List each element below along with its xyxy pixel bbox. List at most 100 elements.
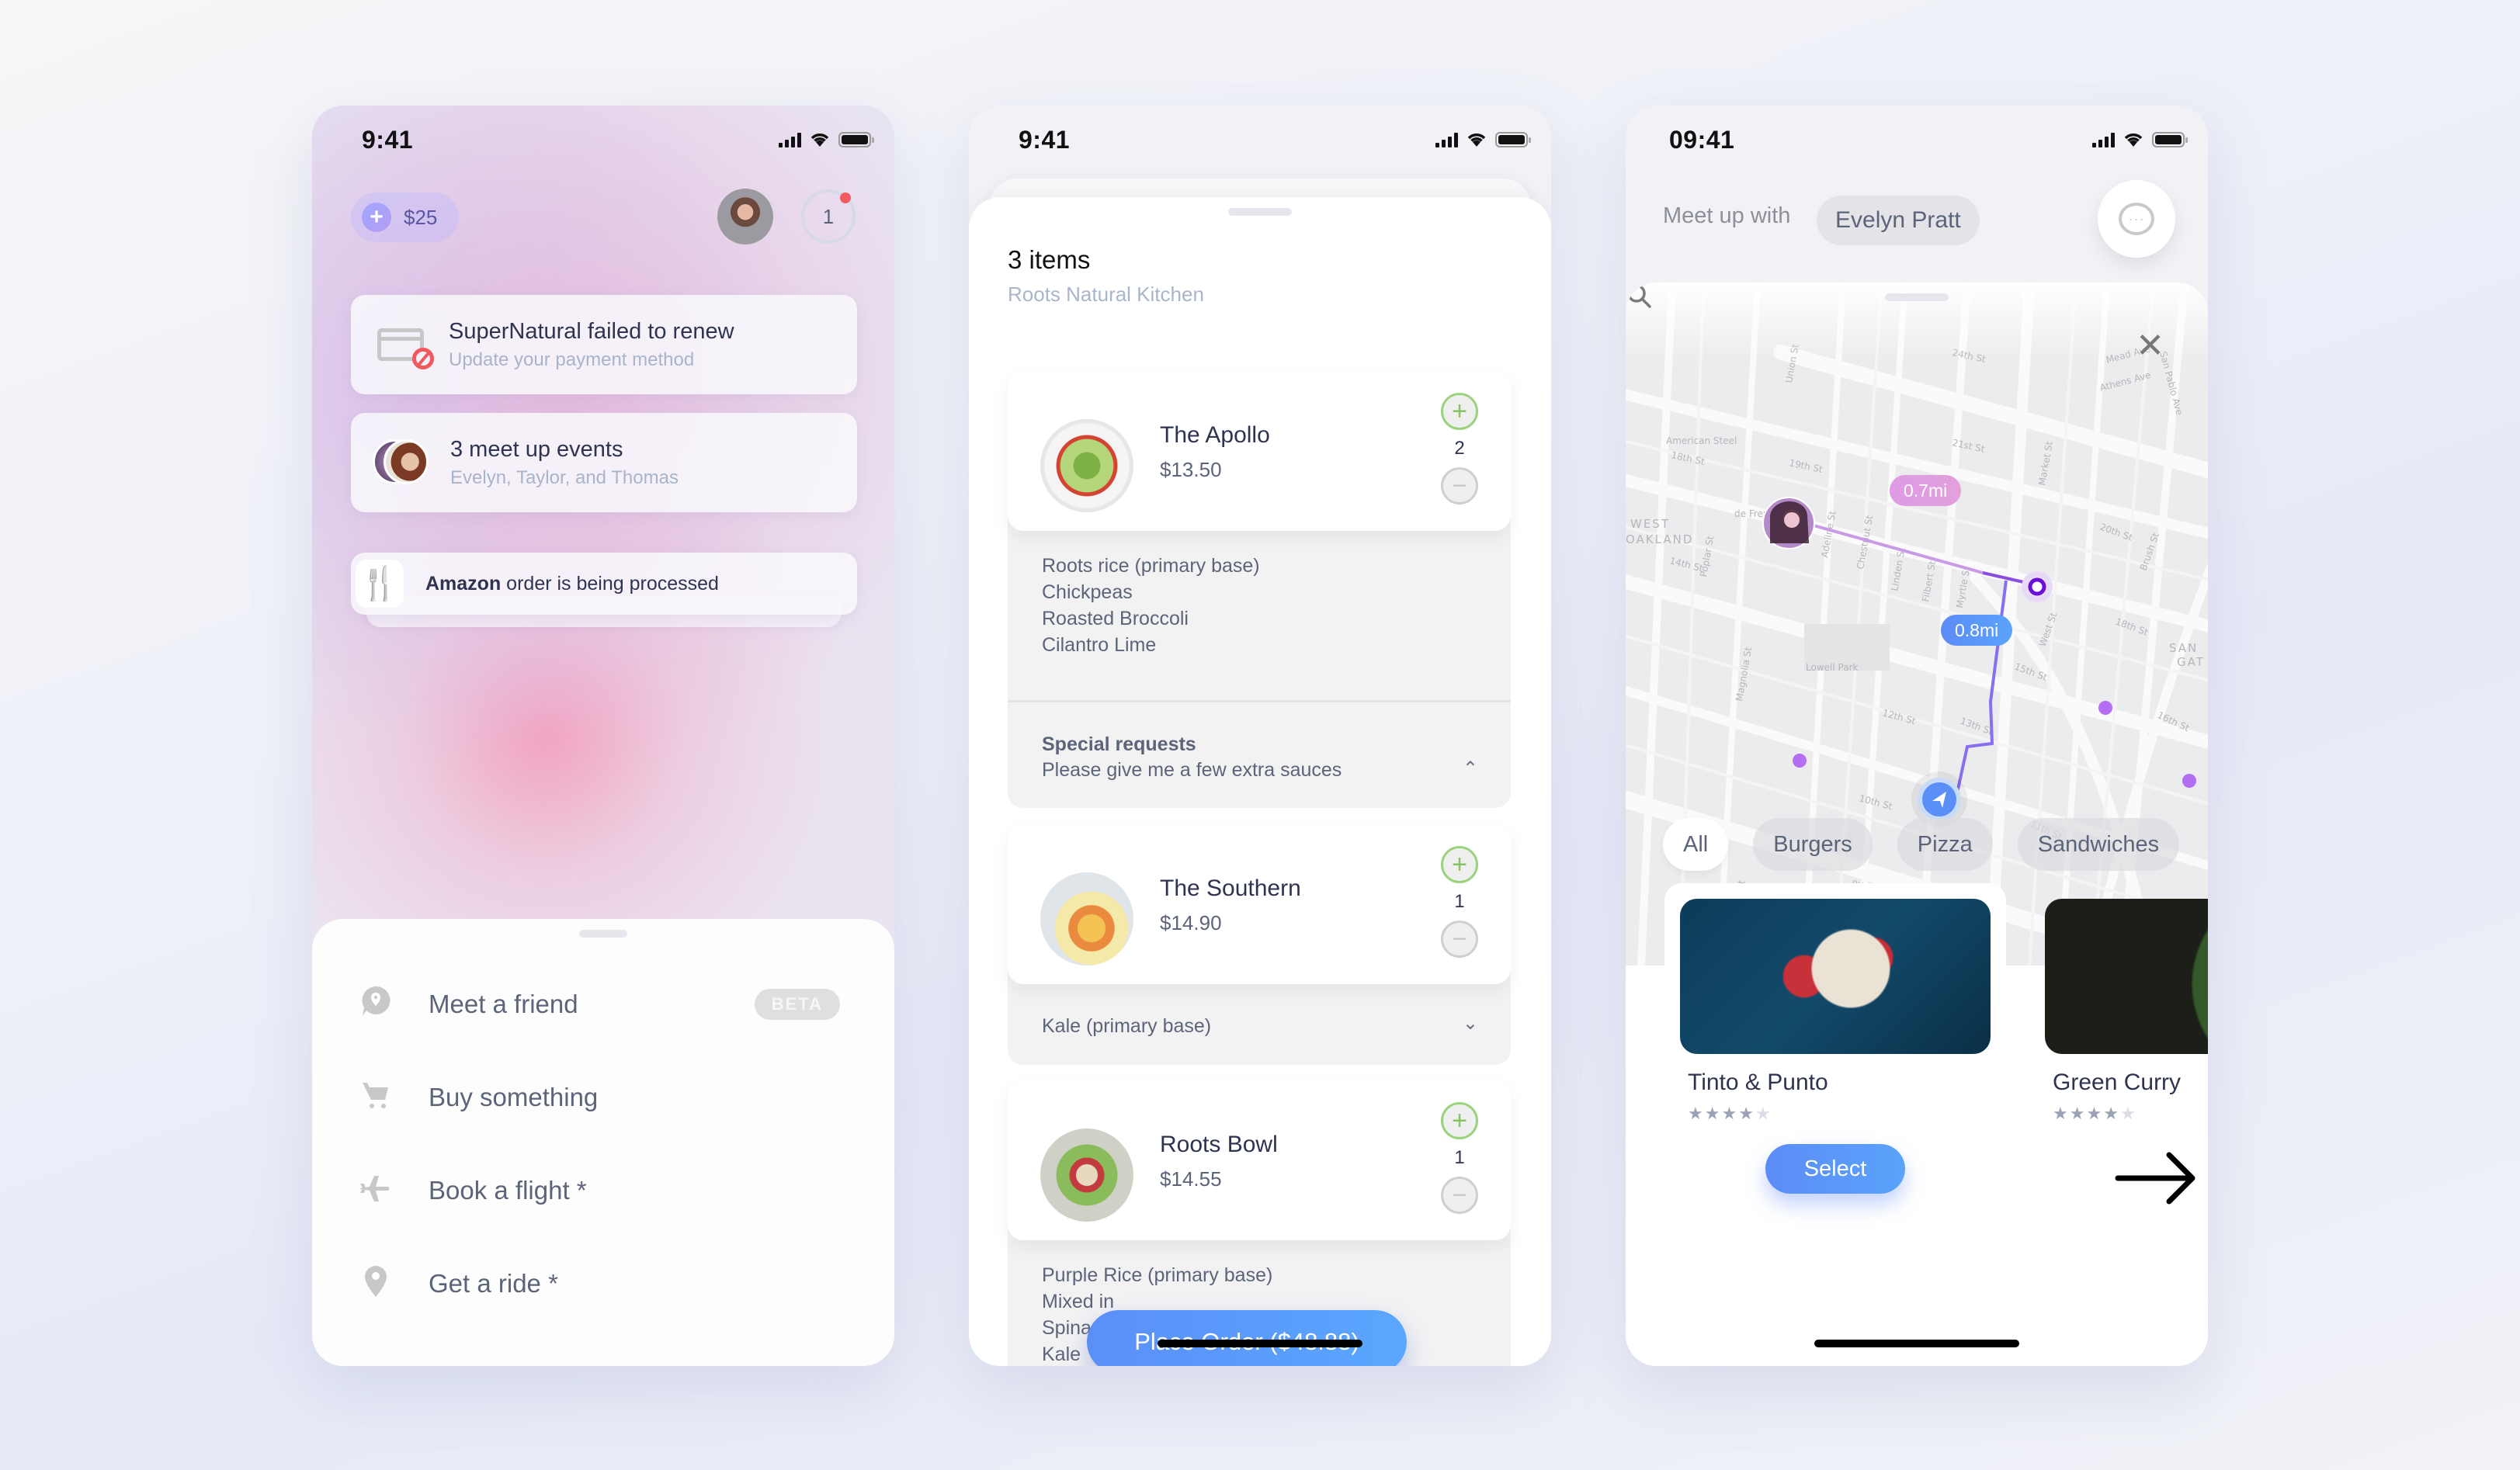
- chat-bubble-icon: ···: [2119, 203, 2154, 235]
- cart-item: The Apollo $13.50 + 2 − Roots rice (prim…: [1008, 371, 1511, 808]
- select-button[interactable]: Select: [1765, 1144, 1905, 1194]
- notification-title: order is being processed: [501, 572, 719, 595]
- meetup-screen: 09:41 Meet up with Evelyn Pratt ··· Amer…: [1626, 106, 2208, 1366]
- place-order-button[interactable]: Place Order ($48.88): [1087, 1310, 1407, 1366]
- increase-button[interactable]: +: [1441, 846, 1478, 883]
- menu-item-label: Get a ride *: [429, 1269, 558, 1298]
- menu-item-get-ride[interactable]: Get a ride *: [359, 1260, 848, 1307]
- distance-badge-me: 0.8mi: [1941, 615, 2013, 646]
- notification-card[interactable]: SuperNatural failed to renew Update your…: [351, 295, 857, 394]
- cart-sheet: 3 items Roots Natural Kitchen The Apollo…: [969, 197, 1551, 1366]
- poi-dot[interactable]: [2182, 774, 2196, 788]
- item-summary-row[interactable]: Kale (primary base) ⌄: [1008, 984, 1511, 1065]
- star-icon: ★: [1704, 1104, 1720, 1123]
- star-icon: ★: [2119, 1104, 2136, 1123]
- map-label: Myrtle St: [1954, 566, 1972, 609]
- plus-icon: +: [362, 203, 391, 232]
- map-district: GAT: [2177, 655, 2205, 669]
- map-label: Market St: [2036, 440, 2055, 486]
- location-chat-icon: [359, 985, 393, 1024]
- dish-image: [1040, 872, 1133, 966]
- increase-button[interactable]: +: [1441, 1102, 1478, 1139]
- wifi-icon: [2124, 133, 2143, 147]
- notification-title: SuperNatural failed to renew: [449, 318, 734, 344]
- cart-item: The Southern $14.90 + 1 − Kale (primary …: [1008, 824, 1511, 1065]
- menu-item-label: Book a flight *: [429, 1176, 587, 1205]
- item-name: Roots Bowl: [1160, 1132, 1278, 1157]
- restaurant-card[interactable]: Tinto & Punto ★ ★ ★ ★ ★ Select: [1664, 883, 2006, 1194]
- special-requests[interactable]: Special requests Please give me a few ex…: [1008, 702, 1511, 808]
- meeting-point[interactable]: [2028, 577, 2046, 596]
- friend-chip[interactable]: Evelyn Pratt: [1817, 196, 1980, 245]
- ingredients-list: Roots rice (primary base) Chickpeas Roas…: [1008, 531, 1511, 678]
- status-time: 09:41: [1669, 126, 1735, 154]
- sheet-handle[interactable]: [1885, 293, 1949, 301]
- map-label: Lowell Park: [1806, 662, 1858, 673]
- increase-button[interactable]: +: [1441, 393, 1478, 430]
- category-chip-sandwiches[interactable]: Sandwiches: [2017, 818, 2180, 871]
- chevron-down-icon[interactable]: ⌄: [1463, 1012, 1478, 1035]
- map-sheet: American Steel 18th St 19th St 21st St 2…: [1626, 283, 2208, 1366]
- search-icon[interactable]: [1626, 283, 1652, 309]
- wifi-icon: [1467, 133, 1486, 147]
- notification-title: 3 meet up events: [450, 436, 623, 462]
- balance-button[interactable]: + $25: [351, 192, 460, 242]
- ingredient: Roots rice (primary base): [1042, 555, 1260, 577]
- ingredient: Chickpeas: [1042, 581, 1133, 603]
- star-icon: ★: [1721, 1104, 1737, 1123]
- menu-item-meet-friend[interactable]: Meet a friend BETA: [359, 981, 848, 1028]
- sheet-handle[interactable]: [1228, 208, 1292, 216]
- user-avatar[interactable]: [717, 189, 773, 244]
- map-label: Filbert St: [1920, 560, 1938, 602]
- home-indicator[interactable]: [1158, 1340, 1362, 1347]
- restaurant-name: Roots Natural Kitchen: [1008, 283, 1204, 306]
- menu-item-buy-something[interactable]: Buy something: [359, 1074, 848, 1121]
- map-label: 19th St: [1788, 457, 1824, 475]
- star-icon: ★: [2103, 1104, 2119, 1123]
- item-price: $14.55: [1160, 1167, 1222, 1191]
- close-icon[interactable]: ✕: [2136, 329, 2164, 363]
- poi-dot[interactable]: [2098, 701, 2112, 715]
- home-indicator[interactable]: [1814, 1340, 2019, 1347]
- category-chip-all[interactable]: All: [1663, 818, 1729, 871]
- decrease-button[interactable]: −: [1441, 1177, 1478, 1214]
- menu-item-label: Buy something: [429, 1083, 599, 1111]
- category-chip-burgers[interactable]: Burgers: [1753, 818, 1873, 871]
- battery-icon: [2152, 132, 2188, 147]
- map-label: West St: [2037, 611, 2060, 648]
- sheet-handle[interactable]: [579, 930, 627, 938]
- dish-image: [1040, 419, 1133, 512]
- decrease-button[interactable]: −: [1441, 467, 1478, 504]
- ingredient: Cilantro Lime: [1042, 634, 1157, 656]
- notification-subtitle: Update your payment method: [449, 348, 695, 370]
- category-chip-pizza[interactable]: Pizza: [1897, 818, 1993, 871]
- quantity-stepper: + 2 −: [1441, 393, 1478, 504]
- quantity-value: 2: [1454, 438, 1465, 459]
- arrow-right-icon[interactable]: [2115, 1150, 2199, 1206]
- meetup-label: Meet up with: [1663, 203, 1791, 228]
- status-bar: 9:41: [969, 106, 1551, 183]
- card-declined-icon: [377, 328, 434, 369]
- star-rating: ★ ★ ★ ★ ★: [1688, 1104, 1771, 1124]
- signal-icon: [779, 132, 801, 147]
- cart-title: 3 items: [1008, 245, 1091, 274]
- map-label: 10th St: [1858, 792, 1893, 812]
- notification-card[interactable]: 🍴 Amazon order is being processed: [351, 553, 857, 615]
- star-icon: ★: [1755, 1104, 1771, 1123]
- decrease-button[interactable]: −: [1441, 920, 1478, 958]
- poi-dot[interactable]: [1793, 754, 1807, 768]
- restaurant-name: Tinto & Punto: [1688, 1070, 1828, 1095]
- map-label: American Steel: [1666, 435, 1737, 446]
- menu-item-book-flight[interactable]: Book a flight *: [359, 1167, 848, 1214]
- notification-brand: Amazon: [425, 572, 502, 595]
- notifications-button[interactable]: 1: [801, 189, 856, 244]
- chevron-up-icon[interactable]: ⌃: [1463, 758, 1478, 780]
- chat-button[interactable]: ···: [2098, 180, 2175, 258]
- ingredient: Purple Rice (primary base): [1042, 1264, 1273, 1286]
- restaurant-card[interactable]: Green Curry ★ ★ ★ ★ ★: [2029, 883, 2208, 1194]
- map-label: 18th St: [2114, 616, 2150, 638]
- item-name: The Southern: [1160, 875, 1301, 901]
- menu-item-label: Meet a friend: [429, 990, 578, 1018]
- quantity-stepper: + 1 −: [1441, 1102, 1478, 1214]
- notification-card[interactable]: 3 meet up events Evelyn, Taylor, and Tho…: [351, 413, 857, 512]
